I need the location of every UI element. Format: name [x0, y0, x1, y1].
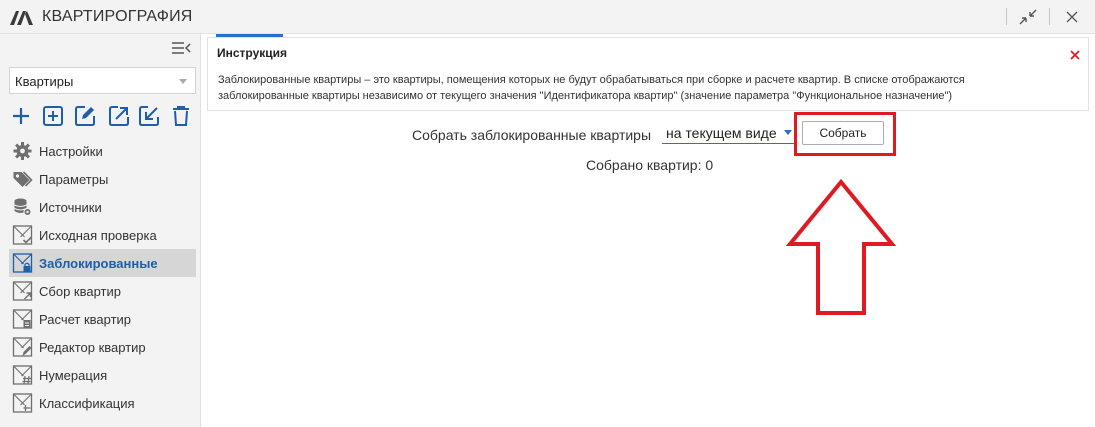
sidebar-item-label: Исходная проверка	[39, 228, 157, 243]
lock-plan-icon	[12, 253, 33, 273]
sidebar-item-label: Нумерация	[39, 368, 108, 383]
sidebar-item-label: Редактор квартир	[39, 340, 146, 355]
highlight-frame	[794, 112, 896, 156]
close-window-icon[interactable]	[1060, 6, 1084, 28]
collected-count: Собрано квартир: 0	[586, 157, 714, 173]
app-title: КВАРТИРОГРАФИЯ	[42, 8, 193, 25]
sidebar-item-label: Классификация	[39, 396, 135, 411]
add-box-icon[interactable]	[41, 104, 65, 128]
collect-plan-icon	[12, 281, 33, 301]
check-plan-icon	[12, 225, 33, 245]
gear-icon	[13, 142, 32, 160]
title-separator	[1006, 8, 1007, 25]
sidebar-item-blocked[interactable]: Заблокированные	[9, 249, 196, 277]
sidebar-item-calc[interactable]: Расчет квартир	[9, 305, 196, 333]
sidebar-item-label: Расчет квартир	[39, 312, 132, 327]
tags-icon	[13, 171, 33, 187]
main-panel: Инструкция Заблокированные квартиры – эт…	[202, 34, 1095, 427]
title-separator	[1049, 8, 1050, 25]
sidebar-item-editor[interactable]: Редактор квартир	[9, 333, 196, 361]
scope-select-value: на текущем виде	[666, 125, 777, 141]
sidebar-nav: Настройки Параметры Источники Исходная п…	[9, 137, 196, 417]
category-dropdown[interactable]: Квартиры	[9, 67, 196, 94]
sidebar-item-classification[interactable]: Классификация	[9, 389, 196, 417]
sidebar-item-initial-check[interactable]: Исходная проверка	[9, 221, 196, 249]
classify-plan-icon	[12, 393, 33, 413]
sidebar-item-label: Заблокированные	[39, 256, 158, 271]
sidebar-item-collect[interactable]: Сбор квартир	[9, 277, 196, 305]
title-bar: КВАРТИРОГРАФИЯ	[0, 0, 1095, 34]
collect-blocked-label: Собрать заблокированные квартиры	[412, 127, 652, 143]
close-icon[interactable]	[1068, 48, 1082, 62]
import-icon[interactable]	[137, 104, 161, 128]
sidebar-item-label: Параметры	[39, 172, 109, 187]
number-plan-icon	[12, 365, 33, 385]
sidebar-item-parameters[interactable]: Параметры	[9, 165, 196, 193]
sidebar: Квартиры Настройки Параметры Источники И…	[0, 34, 201, 427]
instruction-line: Заблокированные квартиры – это квартиры,…	[218, 74, 965, 86]
sidebar-item-label: Источники	[39, 200, 102, 215]
export-icon[interactable]	[107, 104, 131, 128]
database-gear-icon	[14, 198, 32, 216]
sidebar-item-numbering[interactable]: Нумерация	[9, 361, 196, 389]
collapse-icon[interactable]	[1016, 6, 1040, 28]
collapse-menu-icon[interactable]	[170, 39, 192, 57]
chevron-down-icon	[179, 79, 187, 84]
delete-icon[interactable]	[169, 104, 193, 128]
category-dropdown-value: Квартиры	[15, 74, 74, 89]
calc-plan-icon	[12, 309, 33, 329]
sidebar-item-label: Настройки	[39, 144, 103, 159]
chevron-down-icon	[784, 130, 792, 135]
add-icon[interactable]	[9, 104, 33, 128]
app-logo-icon	[10, 11, 33, 25]
sidebar-item-settings[interactable]: Настройки	[9, 137, 196, 165]
edit-icon[interactable]	[73, 104, 97, 128]
sidebar-item-sources[interactable]: Источники	[9, 193, 196, 221]
sidebar-item-label: Сбор квартир	[39, 284, 121, 299]
instruction-panel: Инструкция Заблокированные квартиры – эт…	[207, 37, 1089, 111]
instruction-line: заблокированные квартиры независимо от т…	[218, 90, 953, 102]
scope-select[interactable]: на текущем виде	[662, 122, 794, 144]
edit-plan-icon	[12, 337, 33, 357]
arrow-up-annotation-icon	[785, 178, 897, 315]
instruction-text: Заблокированные квартиры – это квартиры,…	[218, 72, 1068, 104]
instruction-title: Инструкция	[217, 46, 288, 60]
